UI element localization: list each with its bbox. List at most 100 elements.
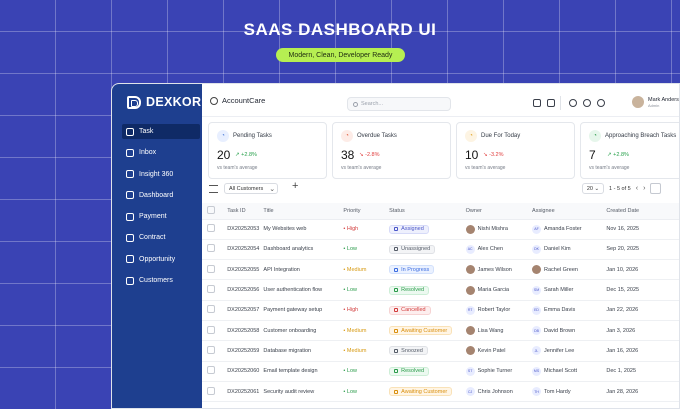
column-header[interactable]: Owner: [465, 203, 533, 220]
owner: Maria Garcia: [465, 285, 532, 295]
task-title[interactable]: Database migration: [263, 340, 344, 362]
row-checkbox[interactable]: [207, 224, 215, 233]
table-row[interactable]: DX20252059 Database migration • Medium Snoo…: [202, 340, 679, 362]
status-icon: [394, 227, 399, 232]
column-header[interactable]: Status: [389, 203, 466, 220]
status-badge[interactable]: In Progress: [389, 265, 435, 275]
view-toggle-icon[interactable]: [650, 183, 662, 194]
status-badge[interactable]: Resolved: [389, 285, 430, 295]
user-menu[interactable]: Mark Anders Admin: [632, 96, 679, 108]
task-title[interactable]: Email template design: [263, 361, 344, 382]
table-row[interactable]: DX20252054 Dashboard analytics • Low Unassi…: [202, 239, 679, 261]
created-date: Sep 20, 2025: [606, 239, 679, 261]
sidebar-item-customers[interactable]: Customers: [122, 273, 200, 288]
customer-filter-select[interactable]: All Customers ⌄: [224, 183, 278, 194]
sidebar-item-label: Insight 360: [139, 170, 174, 178]
prev-page-icon[interactable]: ‹: [636, 185, 638, 192]
contract-icon: [126, 233, 134, 242]
sidebar-item-inbox[interactable]: Inbox: [122, 145, 200, 160]
priority-cell: • Low: [343, 361, 390, 382]
row-checkbox[interactable]: [207, 285, 215, 294]
table-row[interactable]: DX20252060 Email template design • Low Reso…: [202, 361, 679, 382]
opportunity-icon: [126, 255, 134, 264]
row-checkbox[interactable]: [207, 325, 215, 334]
bell-icon[interactable]: [569, 99, 577, 107]
apps-grid-icon[interactable]: [533, 99, 541, 107]
select-all-checkbox[interactable]: [207, 205, 215, 214]
row-checkbox[interactable]: [207, 305, 215, 314]
help-icon[interactable]: [583, 99, 591, 107]
table-row[interactable]: DX20252053 My Websites web • High Assigned N…: [202, 219, 679, 240]
table-row[interactable]: DX20252055 API Integration • Medium In Prog…: [202, 259, 679, 281]
search-input[interactable]: Search...: [347, 97, 451, 111]
task-title[interactable]: My Websites web: [263, 219, 344, 240]
sidebar-item-task[interactable]: Task: [122, 124, 200, 139]
account-switcher[interactable]: AccountCare: [210, 96, 265, 105]
table-row[interactable]: DX20252056 User authentication flow • Low R…: [202, 279, 679, 301]
row-select-cell: [202, 320, 220, 342]
stat-card[interactable]: ◔ Overdue Tasks 38 ↘ -2.8% vs team's average: [332, 122, 451, 179]
settings-icon[interactable]: [597, 99, 605, 107]
page-size-select[interactable]: 20 ⌄: [582, 183, 604, 194]
row-checkbox[interactable]: [207, 366, 215, 375]
task-title[interactable]: Security audit review: [263, 381, 344, 403]
assignee-cell: MS Michael Scott: [532, 361, 607, 382]
created-date: Jan 10, 2026: [606, 259, 679, 281]
column-header[interactable]: Title: [263, 203, 344, 220]
search-placeholder: Search...: [361, 101, 384, 107]
status-badge[interactable]: Snoozed: [389, 346, 428, 356]
assignee-cell: SM Sarah Miller: [532, 279, 607, 301]
assignee: AF Amanda Foster: [532, 224, 606, 234]
task-title[interactable]: API Integration: [263, 259, 344, 281]
column-header[interactable]: Priority: [343, 203, 390, 220]
status-icon: [394, 247, 399, 252]
add-icon[interactable]: +: [292, 180, 298, 192]
brand-logo[interactable]: DEXKOR: [112, 84, 202, 109]
status-badge[interactable]: Awaiting Customer: [389, 326, 453, 336]
sidebar-item-payment[interactable]: Payment: [122, 209, 200, 224]
row-checkbox[interactable]: [207, 386, 215, 395]
task-title[interactable]: Customer onboarding: [263, 320, 344, 342]
next-page-icon[interactable]: ›: [643, 185, 645, 192]
avatar: ED: [532, 305, 542, 315]
table-row[interactable]: DX20252061 Security audit review • Low Awai…: [202, 381, 679, 403]
task-title[interactable]: User authentication flow: [263, 279, 344, 301]
sidebar: DEXKOR Task Inbox Insight 360 Dashboard Paym…: [112, 84, 202, 408]
status-badge[interactable]: Awaiting Customer: [389, 387, 453, 397]
status-badge[interactable]: Resolved: [389, 366, 430, 376]
status-badge[interactable]: Cancelled: [389, 305, 431, 315]
priority-cell: • Medium: [343, 340, 390, 362]
pagination: 20 ⌄ 1 - 5 of 5 ‹ ›: [582, 183, 662, 194]
stat-card[interactable]: ◔ Approaching Breach Tasks 7 ↗ +2.8% vs team…: [580, 122, 679, 179]
assignee-name: Emma Davis: [544, 307, 576, 314]
owner-cell: ST Sophie Turner: [465, 361, 533, 382]
graduation-cap-icon[interactable]: [547, 99, 555, 107]
row-checkbox[interactable]: [207, 345, 215, 354]
customer-filter-value: All Customers: [229, 185, 264, 192]
created-date: Dec 1, 2025: [606, 361, 679, 382]
priority-cell: • High: [343, 219, 390, 240]
sidebar-item-insight-360[interactable]: Insight 360: [122, 167, 200, 182]
task-title[interactable]: Payment gateway setup: [263, 300, 344, 321]
table-row[interactable]: DX20252057 Payment gateway setup • High Can…: [202, 300, 679, 321]
column-header[interactable]: Assignee: [532, 203, 607, 220]
sidebar-item-contract[interactable]: Contract: [122, 230, 200, 245]
sidebar-item-opportunity[interactable]: Opportunity: [122, 252, 200, 267]
sidebar-item-label: Inbox: [139, 149, 157, 157]
filter-icon[interactable]: [209, 185, 218, 193]
task-title[interactable]: Dashboard analytics: [263, 239, 344, 261]
column-header[interactable]: Task ID: [219, 203, 264, 220]
status-badge[interactable]: Unassigned: [389, 244, 436, 254]
task-id: DX20252054: [219, 239, 264, 261]
row-checkbox[interactable]: [207, 244, 215, 253]
table-row[interactable]: DX20252058 Customer onboarding • Medium Awa…: [202, 320, 679, 342]
column-header[interactable]: Created Date: [606, 203, 679, 220]
status-icon: [394, 328, 399, 333]
sidebar-item-dashboard[interactable]: Dashboard: [122, 188, 200, 203]
status-badge[interactable]: Assigned: [389, 224, 429, 234]
stat-card[interactable]: ◔ Pending Tasks 20 ↗ +2.8% vs team's average: [208, 122, 327, 179]
stat-card[interactable]: ◔ Due For Today 10 ↘ -3.2% vs team's average: [456, 122, 575, 179]
assignee-name: Sarah Miller: [544, 287, 574, 294]
row-checkbox[interactable]: [207, 264, 215, 273]
assignee: DB David Brown: [532, 326, 606, 336]
